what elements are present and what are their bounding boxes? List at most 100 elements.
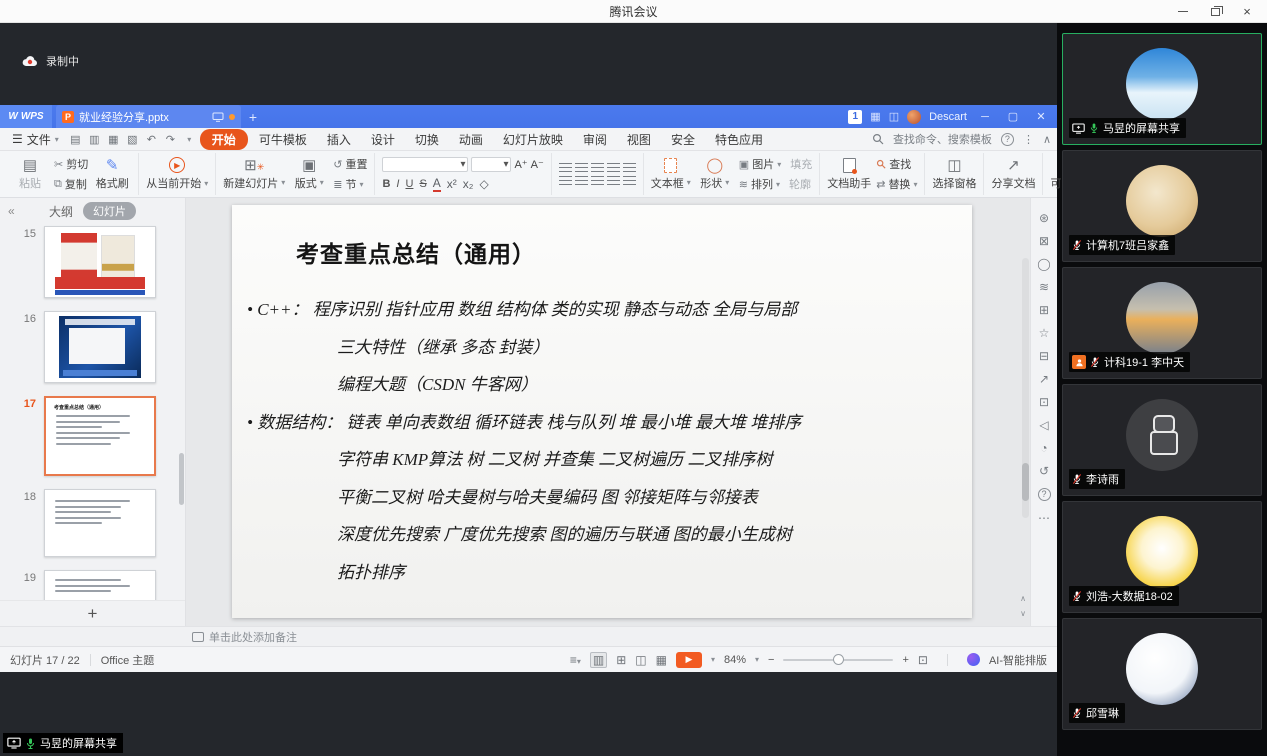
notes-toggle-icon[interactable]: ≡▾ [570,653,581,667]
slide-thumbnail-17-current[interactable]: 考查重点总结（通用） [44,396,156,476]
paste-button[interactable]: ▤粘贴 [11,158,49,191]
strikethrough-button[interactable]: S [419,178,426,190]
slide-thumbnail-16[interactable] [44,311,156,383]
slide-thumbnail-18[interactable] [44,489,156,557]
slide-sorter-view-button[interactable]: ⊞ [616,653,626,667]
tab-outline[interactable]: 大纲 [49,203,73,220]
superscript-button[interactable]: x² [447,177,457,191]
textbox-button[interactable]: 文本框▾ [651,158,691,191]
participant-tile[interactable]: 邱雪琳 [1062,618,1262,730]
tab-insert[interactable]: 插入 [318,129,360,150]
tab-review[interactable]: 审阅 [574,129,616,150]
decrease-font-icon[interactable]: A⁻ [531,158,544,171]
distribute-icon[interactable] [623,176,636,185]
format-painter-button[interactable]: ✎格式刷 [93,158,131,191]
tab-animation[interactable]: 动画 [450,129,492,150]
bullet-list-icon[interactable] [559,163,572,172]
tab-design[interactable]: 设计 [362,129,404,150]
find-button[interactable]: 查找 [876,156,917,172]
output-icon[interactable]: ▥ [86,131,103,147]
bold-button[interactable]: B [382,178,390,190]
tab-keniu-template[interactable]: 可牛模板 [250,129,316,150]
new-tab-button[interactable]: + [241,109,265,125]
justify-icon[interactable] [607,176,620,185]
zoom-options-icon[interactable]: ▾ [755,655,759,664]
save-icon[interactable]: ▤ [67,131,84,147]
play-options-icon[interactable]: ▾ [711,655,715,664]
fit-to-window-icon[interactable]: ⊡ [918,653,928,667]
align-right-icon[interactable] [591,176,604,185]
share-doc-button[interactable]: ↗分享文档 [991,158,1035,191]
collapse-panel-button[interactable]: « [8,204,15,218]
thumbnail-row-19[interactable]: 19 [0,570,185,600]
increase-font-icon[interactable]: A⁺ [514,158,527,171]
document-tab[interactable]: P 就业经验分享.pptx [56,105,241,128]
participant-tile[interactable]: 李诗雨 [1062,384,1262,496]
thumbnail-row-15[interactable]: 15 [0,226,185,298]
tab-security[interactable]: 安全 [662,129,704,150]
notes-placeholder[interactable]: 单击此处添加备注 [209,629,297,645]
tab-slideshow[interactable]: 幻灯片放映 [494,129,572,150]
presenter-view-button[interactable]: ▦ [656,653,667,667]
undo-icon[interactable]: ↶ [143,131,160,147]
canvas-scrollbar[interactable] [1022,258,1029,518]
shape-tool-icon[interactable]: ◯ [1037,258,1050,270]
current-slide[interactable]: 考查重点总结（通用） • C++： 程序识别 指针应用 数组 结构体 类的实现 … [232,205,972,618]
message-count-badge[interactable]: 1 [848,110,862,124]
compass-icon[interactable]: ◔ [1040,442,1047,454]
participant-tile[interactable]: 马昱的屏幕共享 [1062,33,1262,145]
canvas-scrollbar-thumb[interactable] [1022,463,1029,501]
wps-minimize-button[interactable]: ─ [975,111,995,123]
reset-button[interactable]: ↺重置 [333,156,367,172]
history-icon[interactable]: ↺ [1039,465,1049,477]
restore-button[interactable] [1199,0,1231,23]
settings-sliders-icon[interactable]: ≋ [1039,281,1049,293]
align-left-icon[interactable] [559,176,572,185]
selection-pane-button[interactable]: ◫选择窗格 [932,158,976,191]
zoom-out-button[interactable]: − [768,654,774,666]
tab-view[interactable]: 视图 [618,129,660,150]
speaker-icon[interactable]: ◁ [1039,419,1048,431]
slide-thumbnail-15[interactable] [44,226,156,298]
participant-tile[interactable]: 计算机7班吕家鑫 [1062,150,1262,262]
notes-bar[interactable]: 单击此处添加备注 [0,626,1057,646]
underline-button[interactable]: U [405,178,413,190]
sidebar-help-icon[interactable]: ? [1038,488,1051,501]
more-tools-icon[interactable]: ⋯ [1038,512,1050,524]
cut-button[interactable]: ✂剪切 [54,156,88,172]
reading-view-button[interactable]: ◫ [635,653,646,667]
beautify-icon[interactable]: ⊛ [1039,212,1049,224]
replace-button[interactable]: ⇄替换▾ [876,176,917,192]
play-from-current-button[interactable]: ▶从当前开始▾ [146,157,208,191]
wps-restore-button[interactable]: ▢ [1003,110,1023,123]
font-size-select[interactable]: ▾ [471,157,511,172]
image-tool-icon[interactable]: ⊡ [1039,396,1049,408]
zoom-slider-thumb[interactable] [833,654,844,665]
tab-home[interactable]: 开始 [200,129,248,150]
italic-button[interactable]: I [396,178,399,190]
redo-icon[interactable]: ↷ [162,131,179,147]
numbered-list-icon[interactable] [575,163,588,172]
decrease-indent-icon[interactable] [591,163,604,172]
more-menu-icon[interactable]: ⋮ [1023,133,1034,146]
clear-format-icon[interactable]: ◇ [479,177,488,191]
collapse-ribbon-icon[interactable]: ∧ [1043,133,1051,146]
new-slide-button[interactable]: ⊞✳新建幻灯片▾ [223,158,285,191]
thumbnail-scrollbar[interactable] [179,453,184,505]
font-color-button[interactable]: A [433,176,441,192]
minimize-button[interactable] [1167,0,1199,23]
outline-button[interactable]: 轮廓 [789,176,811,192]
increase-indent-icon[interactable] [607,163,620,172]
account-avatar[interactable] [907,110,921,124]
arrange-button[interactable]: ≋排列▾轮廓 [739,176,812,192]
subscript-button[interactable]: x₂ [463,177,474,191]
fill-button[interactable]: 填充 [790,156,812,172]
tab-slides[interactable]: 幻灯片 [83,202,136,220]
mail-icon[interactable]: ⊟ [1039,350,1049,362]
participant-tile[interactable]: 刘浩-大数据18-02 [1062,501,1262,613]
wps-logo[interactable]: WWPS [0,105,52,128]
export-share-icon[interactable]: ↗ [1039,373,1049,385]
thumbnail-row-18[interactable]: 18 [0,489,185,557]
font-name-select[interactable]: ▾ [382,157,468,172]
zoom-slider[interactable] [783,659,893,661]
